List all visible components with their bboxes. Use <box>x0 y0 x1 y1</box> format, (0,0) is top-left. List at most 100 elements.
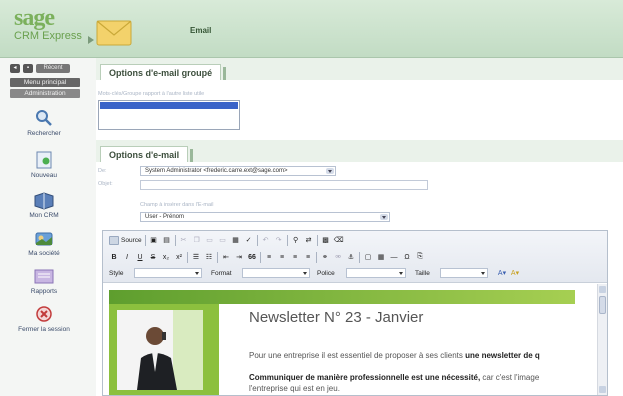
from-select[interactable]: System Administrator <frederic.carre.ext… <box>140 166 336 176</box>
sidebar: ◂ ▪ Récent Menu principal Administration… <box>0 58 96 396</box>
background-color-icon[interactable]: A▾ <box>510 267 520 279</box>
logo-sage-text: sage <box>14 5 55 31</box>
remove-format-icon[interactable]: ⌫ <box>334 234 344 246</box>
businessman-photo <box>117 310 203 390</box>
size-select[interactable] <box>440 268 488 278</box>
email-options-header: Options d'e-mail <box>96 140 623 162</box>
subject-input[interactable] <box>140 180 428 190</box>
paste-word-icon[interactable]: ▦ <box>231 234 241 246</box>
paste-icon[interactable]: ▭ <box>205 234 215 246</box>
special-char-icon[interactable]: Ω <box>402 251 412 263</box>
align-right-icon[interactable]: ≡ <box>290 251 300 263</box>
toolbar-separator <box>286 234 288 246</box>
page-title: Email <box>190 26 212 35</box>
italic-icon[interactable]: I <box>122 251 132 263</box>
back-icon[interactable]: ◂ <box>10 64 20 73</box>
sidebar-item-new[interactable]: Nouveau <box>0 150 88 179</box>
image-icon[interactable]: ▢ <box>363 251 373 263</box>
businessman-figure-icon <box>137 327 177 390</box>
page-break-icon[interactable]: ⎘ <box>415 251 425 263</box>
templates-icon[interactable]: ▤ <box>162 234 172 246</box>
superscript-icon[interactable]: x² <box>174 251 184 263</box>
tab-group-email-options[interactable]: Options d'e-mail groupé <box>100 64 227 80</box>
my-crm-icon <box>33 190 55 210</box>
align-justify-icon[interactable]: ≡ <box>303 251 313 263</box>
from-select-value: System Administrator <frederic.carre.ext… <box>145 168 288 174</box>
align-center-icon[interactable]: ≡ <box>277 251 287 263</box>
source-button[interactable]: Source <box>109 234 142 246</box>
align-left-icon[interactable]: ≡ <box>264 251 274 263</box>
chevron-down-icon <box>481 272 485 275</box>
chevron-down-icon <box>303 272 307 275</box>
toolbar-row-2: B I U S x₂ x² ☰ ☷ ⇤ ⇥ 66 ≡ ≡ ≡ ≡ ⚭ ⚮ ⚓ ▢… <box>109 250 425 264</box>
from-label: De: <box>98 168 107 174</box>
copy-icon[interactable]: ❐ <box>192 234 202 246</box>
scroll-down-icon[interactable] <box>599 386 606 393</box>
insert-field-select[interactable]: User - Prénom <box>140 212 390 222</box>
tab-email-options[interactable]: Options d'e-mail <box>100 146 194 162</box>
sidebar-item-label: Ma société <box>28 250 60 257</box>
undo-icon[interactable]: ↶ <box>261 234 271 246</box>
indent-icon[interactable]: ⇥ <box>234 251 244 263</box>
sidebar-item-label: Mon CRM <box>29 212 59 219</box>
newsletter-p2-bold: Communiquer de manière professionnelle e… <box>249 373 481 382</box>
find-icon[interactable]: ⚲ <box>291 234 301 246</box>
toolbar-separator <box>217 251 218 263</box>
recent-button[interactable]: Récent <box>36 64 70 73</box>
newsletter-p2-text: car c'est l'image <box>480 373 540 382</box>
main-content: Options d'e-mail groupé Mots-clés/Groupe… <box>96 58 623 396</box>
underline-icon[interactable]: U <box>135 251 145 263</box>
preview-icon[interactable]: ▣ <box>149 234 159 246</box>
paste-text-icon[interactable]: ▭ <box>218 234 228 246</box>
newsletter-p1-bold: une newsletter de q <box>465 351 540 360</box>
editor-content-area[interactable]: Newsletter N° 23 - Janvier Pour une entr… <box>103 284 607 395</box>
font-select[interactable] <box>346 268 406 278</box>
strikethrough-icon[interactable]: S <box>148 251 158 263</box>
numbered-list-icon[interactable]: ☰ <box>191 251 201 263</box>
sidebar-item-company[interactable]: Ma société <box>0 228 88 257</box>
newsletter-paragraph-1: Pour une entreprise il est essentiel de … <box>249 351 540 360</box>
editor-vertical-scrollbar[interactable] <box>597 284 607 395</box>
spellcheck-icon[interactable]: ✓ <box>244 234 254 246</box>
rich-text-editor: Source ▣ ▤ ✂ ❐ ▭ ▭ ▦ ✓ ↶ ↷ ⚲ ⇄ ▩ ⌫ B I U… <box>102 230 608 396</box>
blockquote-icon[interactable]: 66 <box>247 251 257 263</box>
font-label: Police <box>317 269 335 277</box>
text-color-icon[interactable]: A▾ <box>497 267 507 279</box>
horizontal-rule-icon[interactable]: ― <box>389 251 399 263</box>
unlink-icon[interactable]: ⚮ <box>333 251 343 263</box>
sidebar-item-logout[interactable]: Fermer la session <box>0 304 88 333</box>
bold-icon[interactable]: B <box>109 251 119 263</box>
home-icon[interactable]: ▪ <box>23 64 33 73</box>
format-select[interactable] <box>242 268 310 278</box>
insert-field-label: Champ à insérer dans l'E-mail <box>140 202 214 208</box>
main-menu-button[interactable]: Menu principal <box>10 78 80 87</box>
editor-toolbar: Source ▣ ▤ ✂ ❐ ▭ ▭ ▦ ✓ ↶ ↷ ⚲ ⇄ ▩ ⌫ B I U… <box>103 231 607 283</box>
group-listbox-selected-item[interactable] <box>100 102 238 109</box>
source-icon <box>109 235 119 245</box>
select-all-icon[interactable]: ▩ <box>321 234 331 246</box>
format-label: Format <box>211 269 232 277</box>
anchor-icon[interactable]: ⚓ <box>346 251 356 263</box>
sidebar-item-search[interactable]: Rechercher <box>0 108 88 137</box>
cut-icon[interactable]: ✂ <box>179 234 189 246</box>
sidebar-item-my-crm[interactable]: Mon CRM <box>0 190 88 219</box>
style-select[interactable] <box>134 268 202 278</box>
scroll-thumb[interactable] <box>599 296 606 314</box>
redo-icon[interactable]: ↷ <box>274 234 284 246</box>
table-icon[interactable]: ▦ <box>376 251 386 263</box>
chevron-down-icon <box>326 168 334 174</box>
sidebar-item-label: Nouveau <box>30 172 58 179</box>
scroll-up-icon[interactable] <box>599 286 606 293</box>
sidebar-item-reports[interactable]: Rapports <box>0 266 88 295</box>
outdent-icon[interactable]: ⇤ <box>221 251 231 263</box>
sage-logo[interactable]: sage CRM Express <box>14 6 92 43</box>
link-icon[interactable]: ⚭ <box>320 251 330 263</box>
bulleted-list-icon[interactable]: ☷ <box>204 251 214 263</box>
toolbar-separator <box>316 251 317 263</box>
replace-icon[interactable]: ⇄ <box>304 234 314 246</box>
sidebar-top-controls: ◂ ▪ Récent <box>10 64 70 73</box>
toolbar-separator <box>174 234 176 246</box>
group-listbox[interactable] <box>98 100 240 130</box>
subscript-icon[interactable]: x₂ <box>161 251 171 263</box>
administration-button[interactable]: Administration <box>10 89 80 98</box>
